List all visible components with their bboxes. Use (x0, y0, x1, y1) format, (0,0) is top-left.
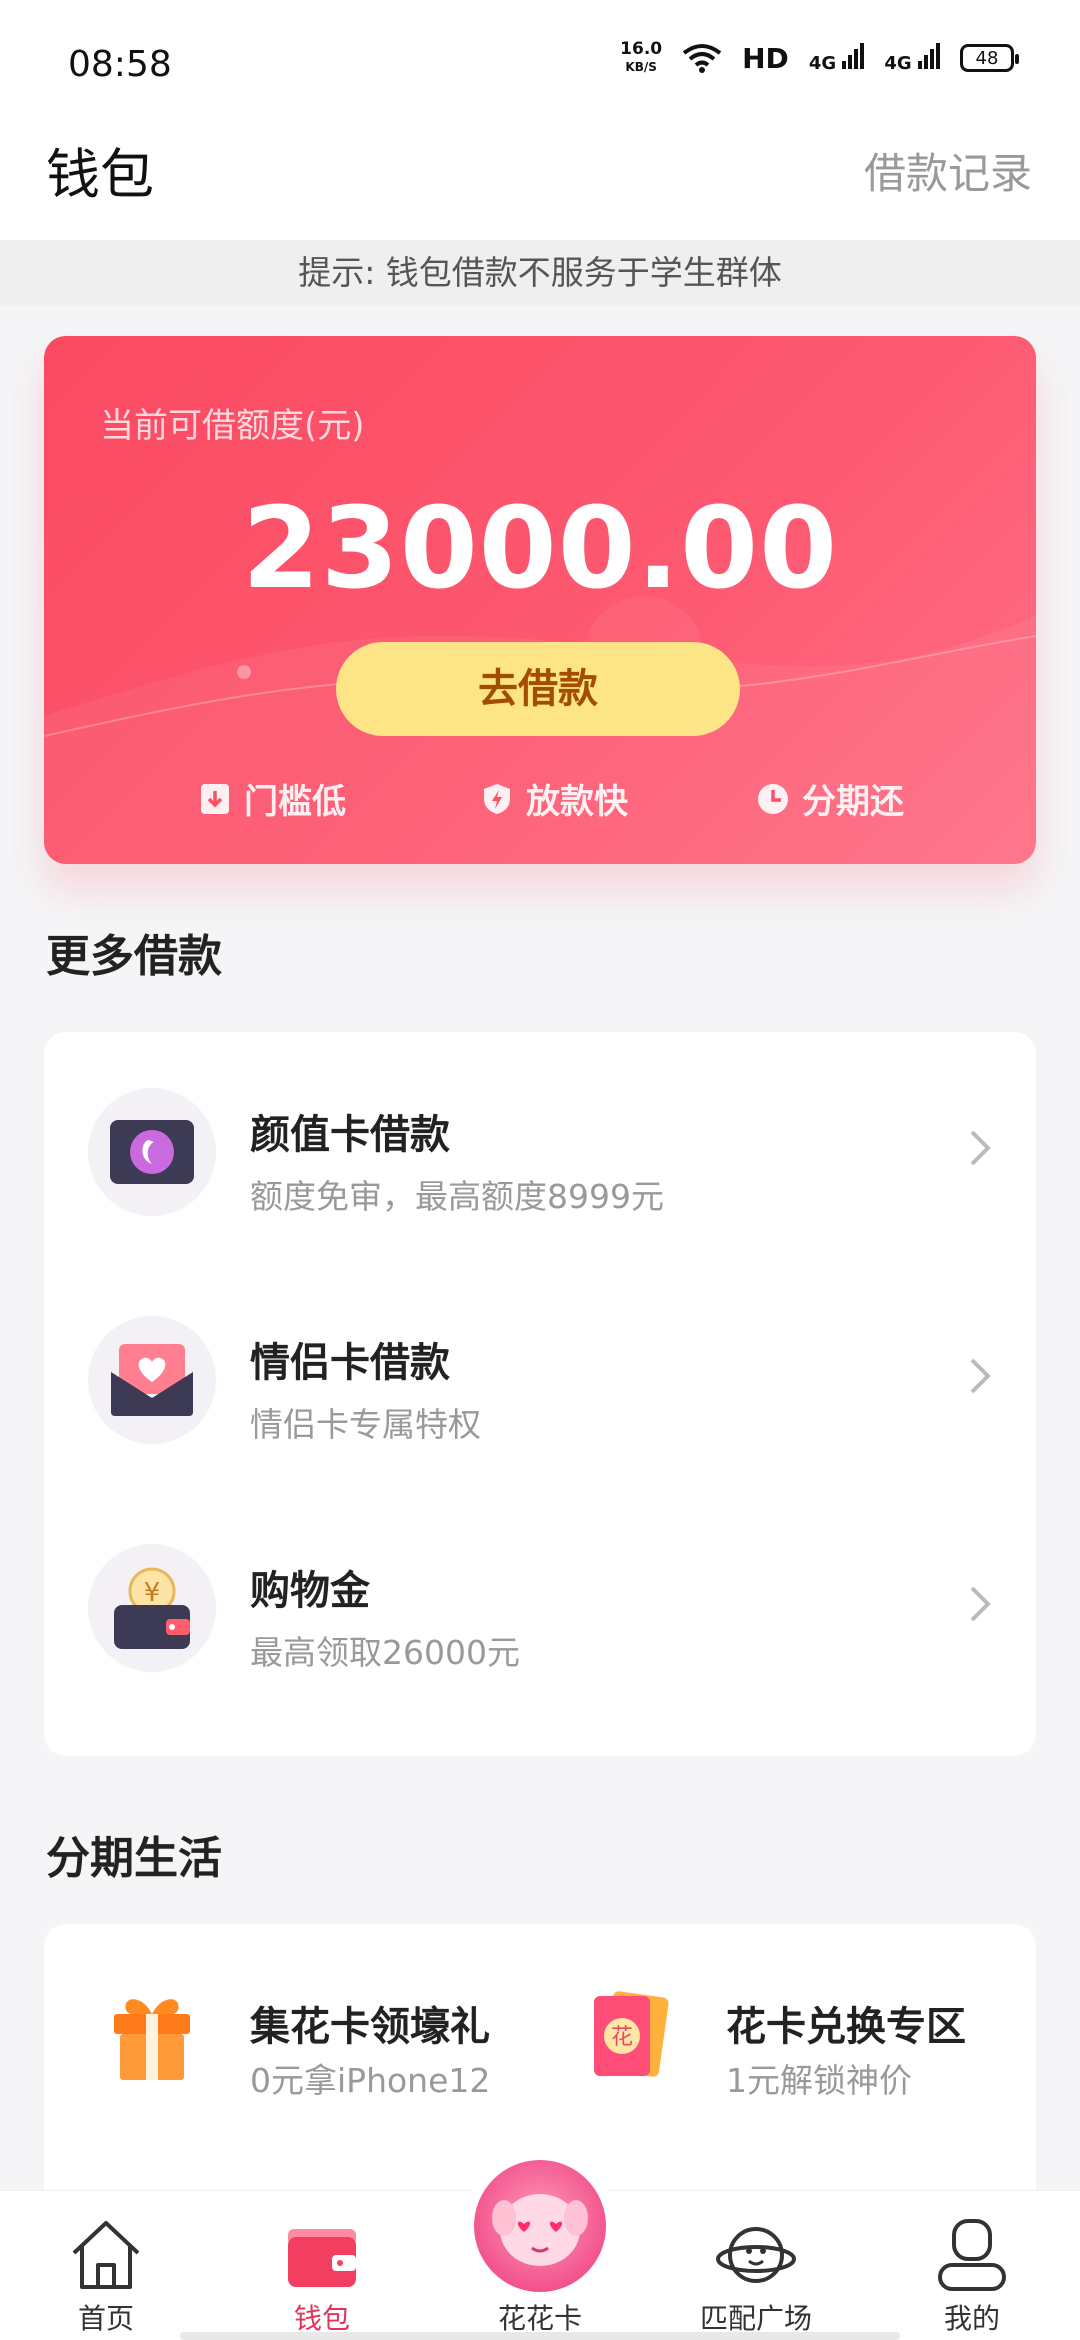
loan-credit-card: 当前可借额度(元) 23000.00 去借款 门槛低 放款快 分期还 (44, 336, 1036, 864)
download-doc-icon (201, 783, 229, 814)
loan-item-shopping-gold[interactable]: ¥ 购物金 最高领取26000元 (44, 1488, 1036, 1716)
loan-features: 门槛低 放款快 分期还 (44, 774, 1036, 834)
borrow-button[interactable]: 去借款 (336, 642, 740, 736)
life-item-card-exchange[interactable]: 花 花卡兑换专区 1元解锁神价 (520, 1924, 1000, 2144)
tab-wallet[interactable]: 钱包 (242, 2191, 402, 2340)
life-item-subtitle: 1元解锁神价 (726, 2061, 912, 2100)
status-bar: 08:58 16.0 KB/S HD 4G 4G 48 (0, 0, 1080, 130)
signal-4g-1: 4G (809, 42, 865, 74)
credit-limit-label: 当前可借额度(元) (100, 406, 365, 446)
chevron-right-icon (970, 1358, 991, 1394)
svg-text:花: 花 (611, 2025, 633, 2050)
credit-limit-amount: 23000.00 (241, 484, 839, 614)
face-card-icon (88, 1088, 216, 1216)
signal-4g-2: 4G (884, 42, 940, 74)
feature-installment: 分期还 (756, 774, 904, 823)
more-loans-title: 更多借款 (46, 931, 222, 982)
loan-item-subtitle: 情侣卡专属特权 (250, 1405, 481, 1444)
profile-icon (938, 2219, 1006, 2291)
life-item-title: 花卡兑换专区 (726, 2004, 966, 2050)
gift-icon (114, 1999, 190, 2080)
chevron-right-icon (970, 1586, 991, 1622)
wallet-icon (288, 2229, 356, 2287)
hd-indicator: HD (742, 41, 789, 75)
tab-mine[interactable]: 我的 (892, 2191, 1052, 2340)
loan-item-couple-card[interactable]: 情侣卡借款 情侣卡专属特权 (44, 1260, 1036, 1488)
more-loans-panel: 颜值卡借款 额度免审，最高额度8999元 情侣卡借款 情侣卡专属特权 ¥ 购物金… (44, 1032, 1036, 1756)
chevron-right-icon (970, 1130, 991, 1166)
page-header: 钱包 借款记录 (0, 130, 1080, 240)
shopping-wallet-icon: ¥ (88, 1544, 216, 1672)
net-speed: 16.0 KB/S (620, 39, 663, 74)
planet-icon (716, 2227, 796, 2283)
status-time: 08:58 (68, 44, 172, 85)
notice-banner: 提示: 钱包借款不服务于学生群体 (0, 240, 1080, 306)
mascot-icon[interactable] (474, 2160, 606, 2292)
loan-item-title: 情侣卡借款 (250, 1340, 450, 1386)
loan-item-face-card[interactable]: 颜值卡借款 额度免审，最高额度8999元 (44, 1032, 1036, 1260)
life-item-collect-cards[interactable]: 集花卡领壕礼 0元拿iPhone12 (44, 1924, 524, 2144)
feature-fast-release: 放款快 (480, 774, 628, 823)
status-icons: 16.0 KB/S HD 4G 4G 48 (620, 39, 1019, 76)
home-icon (72, 2221, 140, 2289)
clock-icon (758, 783, 788, 814)
mascot-face (492, 2194, 588, 2266)
flower-card-icon: 花 (594, 1991, 669, 2077)
loan-item-title: 购物金 (250, 1568, 370, 1614)
loan-item-subtitle: 最高领取26000元 (250, 1633, 520, 1672)
loan-record-link[interactable]: 借款记录 (864, 140, 1032, 201)
tab-home[interactable]: 首页 (26, 2191, 186, 2340)
couple-card-icon (88, 1316, 216, 1444)
life-item-subtitle: 0元拿iPhone12 (250, 2061, 491, 2100)
page-title: 钱包 (46, 143, 154, 206)
tab-match-square[interactable]: 匹配广场 (676, 2191, 836, 2340)
feature-low-threshold: 门槛低 (198, 774, 346, 823)
lightning-shield-icon (484, 783, 510, 814)
home-indicator (180, 2332, 900, 2340)
wifi-icon (682, 44, 722, 73)
svg-text:¥: ¥ (144, 1578, 161, 1608)
signal-bars-icon (842, 42, 865, 69)
loan-item-subtitle: 额度免审，最高额度8999元 (250, 1177, 664, 1216)
installment-life-title: 分期生活 (46, 1833, 222, 1884)
signal-bars-icon (918, 42, 940, 69)
life-item-title: 集花卡领壕礼 (250, 2004, 490, 2050)
loan-item-title: 颜值卡借款 (250, 1112, 450, 1158)
battery-icon: 48 (960, 44, 1019, 72)
